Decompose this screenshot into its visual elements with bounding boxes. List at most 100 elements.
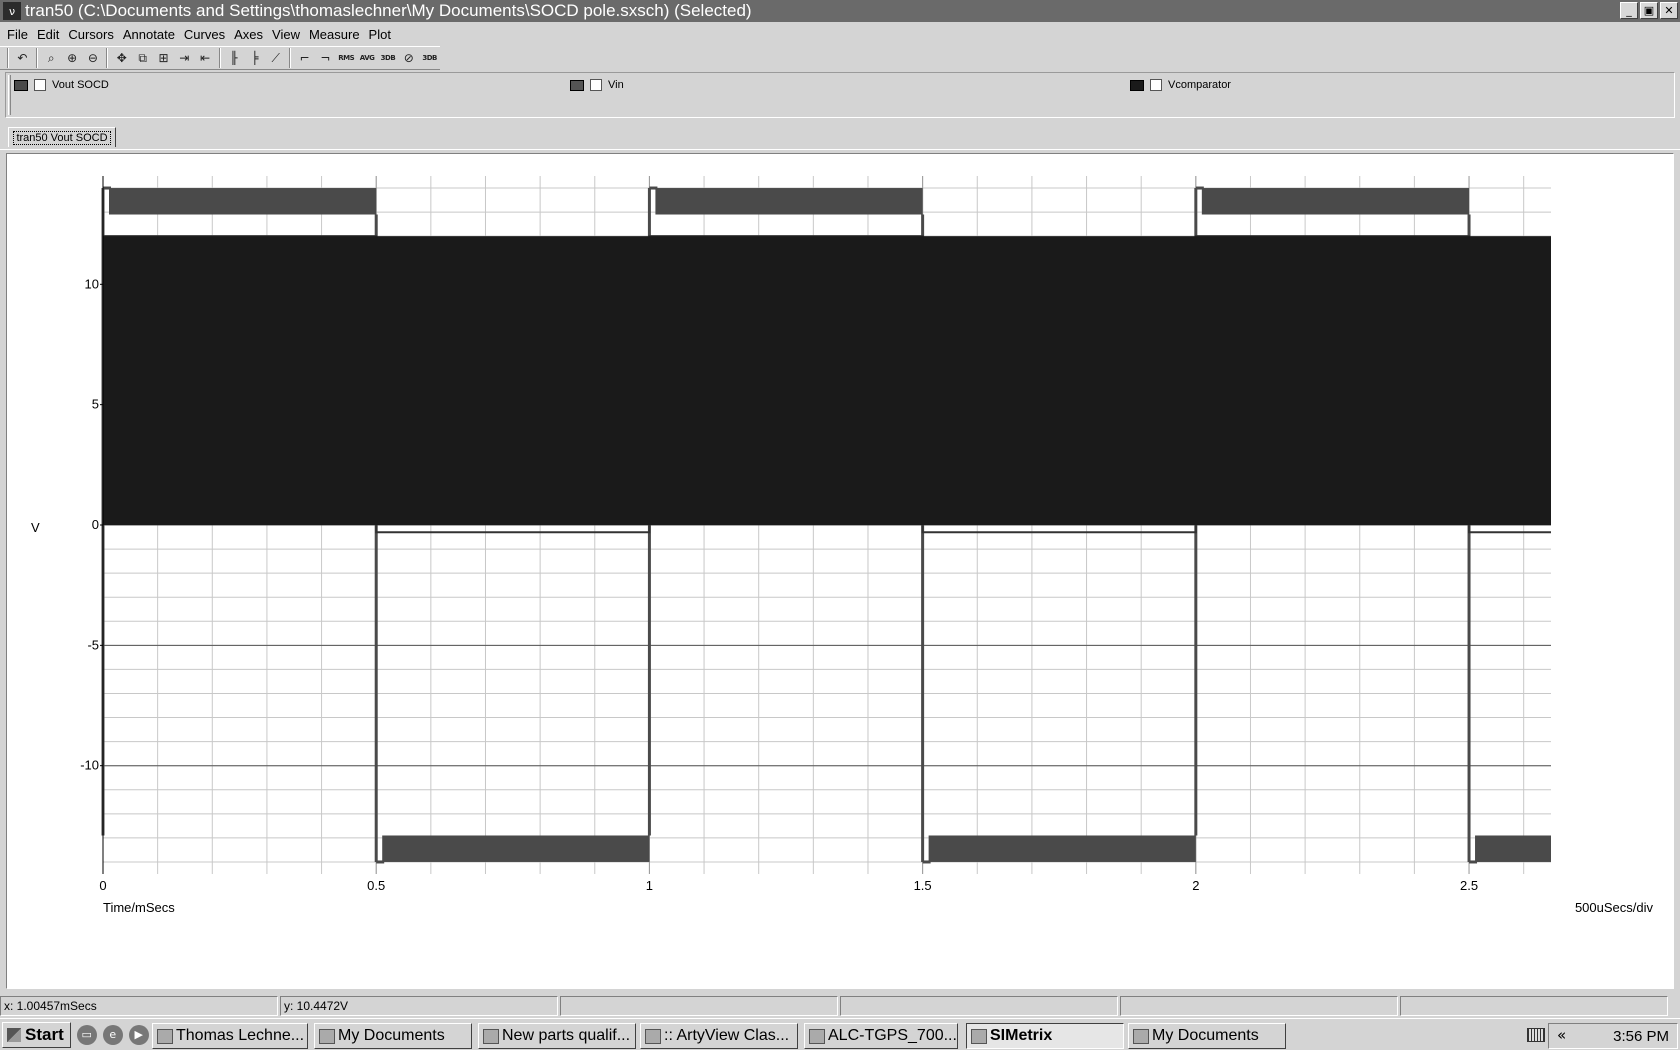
zoom-box-icon[interactable]: ⧉: [132, 48, 153, 68]
outlook-icon: [157, 1028, 173, 1044]
menu-edit[interactable]: Edit: [34, 27, 65, 42]
clock[interactable]: 3:56 PM: [1613, 1028, 1669, 1045]
cursor-del-icon[interactable]: ⇤: [195, 48, 216, 68]
status-cell-empty: [840, 996, 1118, 1016]
x-axis-label: Time/mSecs: [103, 900, 175, 915]
avg-icon[interactable]: AVG: [357, 48, 378, 68]
task-button-artyview[interactable]: :: ArtyView Clas...: [640, 1023, 798, 1049]
rms-icon[interactable]: RMS: [336, 48, 357, 68]
3db-high-icon[interactable]: 3DB: [378, 48, 399, 68]
stack-grid-icon[interactable]: ╞: [244, 48, 265, 68]
x-tick-label: 1.5: [914, 878, 932, 893]
window-title: tran50 (C:\Documents and Settings\thomas…: [25, 1, 752, 20]
minimize-button[interactable]: _: [1620, 2, 1638, 19]
vout-socd-band: [382, 835, 650, 862]
task-button-my-documents[interactable]: My Documents: [314, 1023, 472, 1049]
zoom-out-icon[interactable]: ⊖: [83, 48, 104, 68]
browser-icon[interactable]: e: [102, 1024, 123, 1045]
start-label: Start: [25, 1024, 64, 1044]
status-y-readout: y: 10.4472V: [280, 996, 558, 1016]
menu-annotate[interactable]: Annotate: [120, 27, 181, 42]
tab-tran50-vout-socd[interactable]: tran50 Vout SOCD: [8, 127, 116, 147]
media-icon[interactable]: ▶: [128, 1024, 149, 1045]
menu-view[interactable]: View: [269, 27, 306, 42]
legend-swatch: [570, 79, 584, 91]
x-tick-label: 0.5: [367, 878, 385, 893]
maximize-button[interactable]: ▣: [1640, 2, 1658, 19]
task-label: ALC-TGPS_700...: [828, 1027, 957, 1044]
undo-icon[interactable]: ↶: [12, 48, 33, 68]
legend-label: Vout SOCD: [52, 79, 109, 91]
legend-label: Vin: [608, 79, 624, 91]
menu-plot[interactable]: Plot: [366, 27, 397, 42]
legend-entry-vcomparator[interactable]: Vcomparator: [1130, 79, 1231, 91]
simetrix-window: ν tran50 (C:\Documents and Settings\thom…: [0, 0, 1680, 1050]
close-button[interactable]: ✕: [1660, 2, 1678, 19]
vcomparator-band: [103, 236, 1551, 525]
y-tick-label: 5: [92, 397, 99, 412]
menu-bar: File Edit Cursors Annotate Curves Axes V…: [0, 23, 1680, 45]
task-button-word[interactable]: New parts qualif...: [478, 1023, 636, 1049]
word-icon: [483, 1028, 499, 1044]
simetrix-icon[interactable]: ν: [3, 2, 21, 20]
new-grid-icon[interactable]: ╟: [224, 48, 245, 68]
legend-checkbox[interactable]: [1150, 79, 1162, 91]
x-tick-label: 0: [99, 878, 106, 893]
x-tick-label: 1: [646, 878, 653, 893]
waveform-plot[interactable]: -10 -5 0 5 10 0 0.5 1 1.5 2 2.5 Time/mSecs 500uSec…: [7, 154, 1673, 988]
vout-socd-band: [928, 835, 1196, 862]
status-bar: x: 1.00457mSecs y: 10.4472V: [0, 996, 1680, 1016]
tab-label: tran50 Vout SOCD: [13, 130, 111, 145]
y-tick-label: -10: [80, 758, 99, 773]
task-button-alc-tgps[interactable]: ALC-TGPS_700...: [804, 1023, 958, 1049]
status-cell-empty: [1120, 996, 1398, 1016]
zoom-full-icon[interactable]: ⌕: [41, 48, 62, 68]
menu-file[interactable]: File: [4, 27, 34, 42]
keyboard-icon[interactable]: [1527, 1028, 1545, 1042]
abs-icon[interactable]: ⊞: [153, 48, 174, 68]
folder-icon: [319, 1028, 335, 1044]
menu-cursors[interactable]: Cursors: [65, 27, 120, 42]
menu-measure[interactable]: Measure: [306, 27, 366, 42]
task-button-outlook[interactable]: Thomas Lechne...: [152, 1023, 308, 1049]
menu-curves[interactable]: Curves: [181, 27, 231, 42]
graph-tab-strip: tran50 Vout SOCD: [0, 124, 1680, 150]
title-bar[interactable]: ν tran50 (C:\Documents and Settings\thom…: [0, 0, 1680, 22]
taskbar: Start ▭ e ▶ Thomas Lechne... My Document…: [0, 1018, 1680, 1050]
legend-label: Vcomparator: [1168, 79, 1231, 91]
y-tick-label: -5: [87, 637, 99, 652]
tray-expand-icon[interactable]: «: [1557, 1026, 1566, 1044]
toolbar-separator: [218, 48, 221, 68]
task-label: My Documents: [338, 1027, 445, 1044]
task-label: SIMetrix: [990, 1027, 1053, 1044]
3db-band-icon[interactable]: 3DB: [419, 48, 440, 68]
rise-icon[interactable]: ⌐: [294, 48, 315, 68]
toolbar-separator: [35, 48, 38, 68]
toolbar-separator: [106, 48, 109, 68]
menu-axes[interactable]: Axes: [231, 27, 269, 42]
legend-grip[interactable]: [8, 75, 11, 115]
x-tick-label: 2: [1192, 878, 1199, 893]
vout-socd-band: [1475, 835, 1551, 862]
toolbar-separator: [7, 48, 9, 68]
series-layer: [101, 186, 1551, 864]
desktop-icon[interactable]: ▭: [76, 1024, 97, 1045]
start-button[interactable]: Start: [2, 1021, 71, 1048]
task-label: My Documents: [1152, 1027, 1259, 1044]
fall-icon[interactable]: ¬: [315, 48, 336, 68]
zoom-in-icon[interactable]: ⊕: [62, 48, 83, 68]
ie-icon: [645, 1028, 661, 1044]
status-cell-empty: [560, 996, 838, 1016]
legend-entry-vin[interactable]: Vin: [570, 79, 624, 91]
3db-low-icon[interactable]: ⊘: [398, 48, 419, 68]
graph-area[interactable]: -10 -5 0 5 10 0 0.5 1 1.5 2 2.5 Time/mSecs 500uSec…: [6, 153, 1674, 989]
legend-checkbox[interactable]: [34, 79, 46, 91]
task-button-simetrix[interactable]: SIMetrix: [966, 1023, 1124, 1049]
log-axis-icon[interactable]: ⟋: [265, 48, 286, 68]
legend-entry-vout-socd[interactable]: Vout SOCD: [14, 79, 109, 91]
pan-icon[interactable]: ✥: [111, 48, 132, 68]
legend-checkbox[interactable]: [590, 79, 602, 91]
task-button-my-documents-2[interactable]: My Documents: [1128, 1023, 1286, 1049]
task-label: Thomas Lechne...: [176, 1027, 305, 1044]
cursor-add-icon[interactable]: ⇥: [174, 48, 195, 68]
